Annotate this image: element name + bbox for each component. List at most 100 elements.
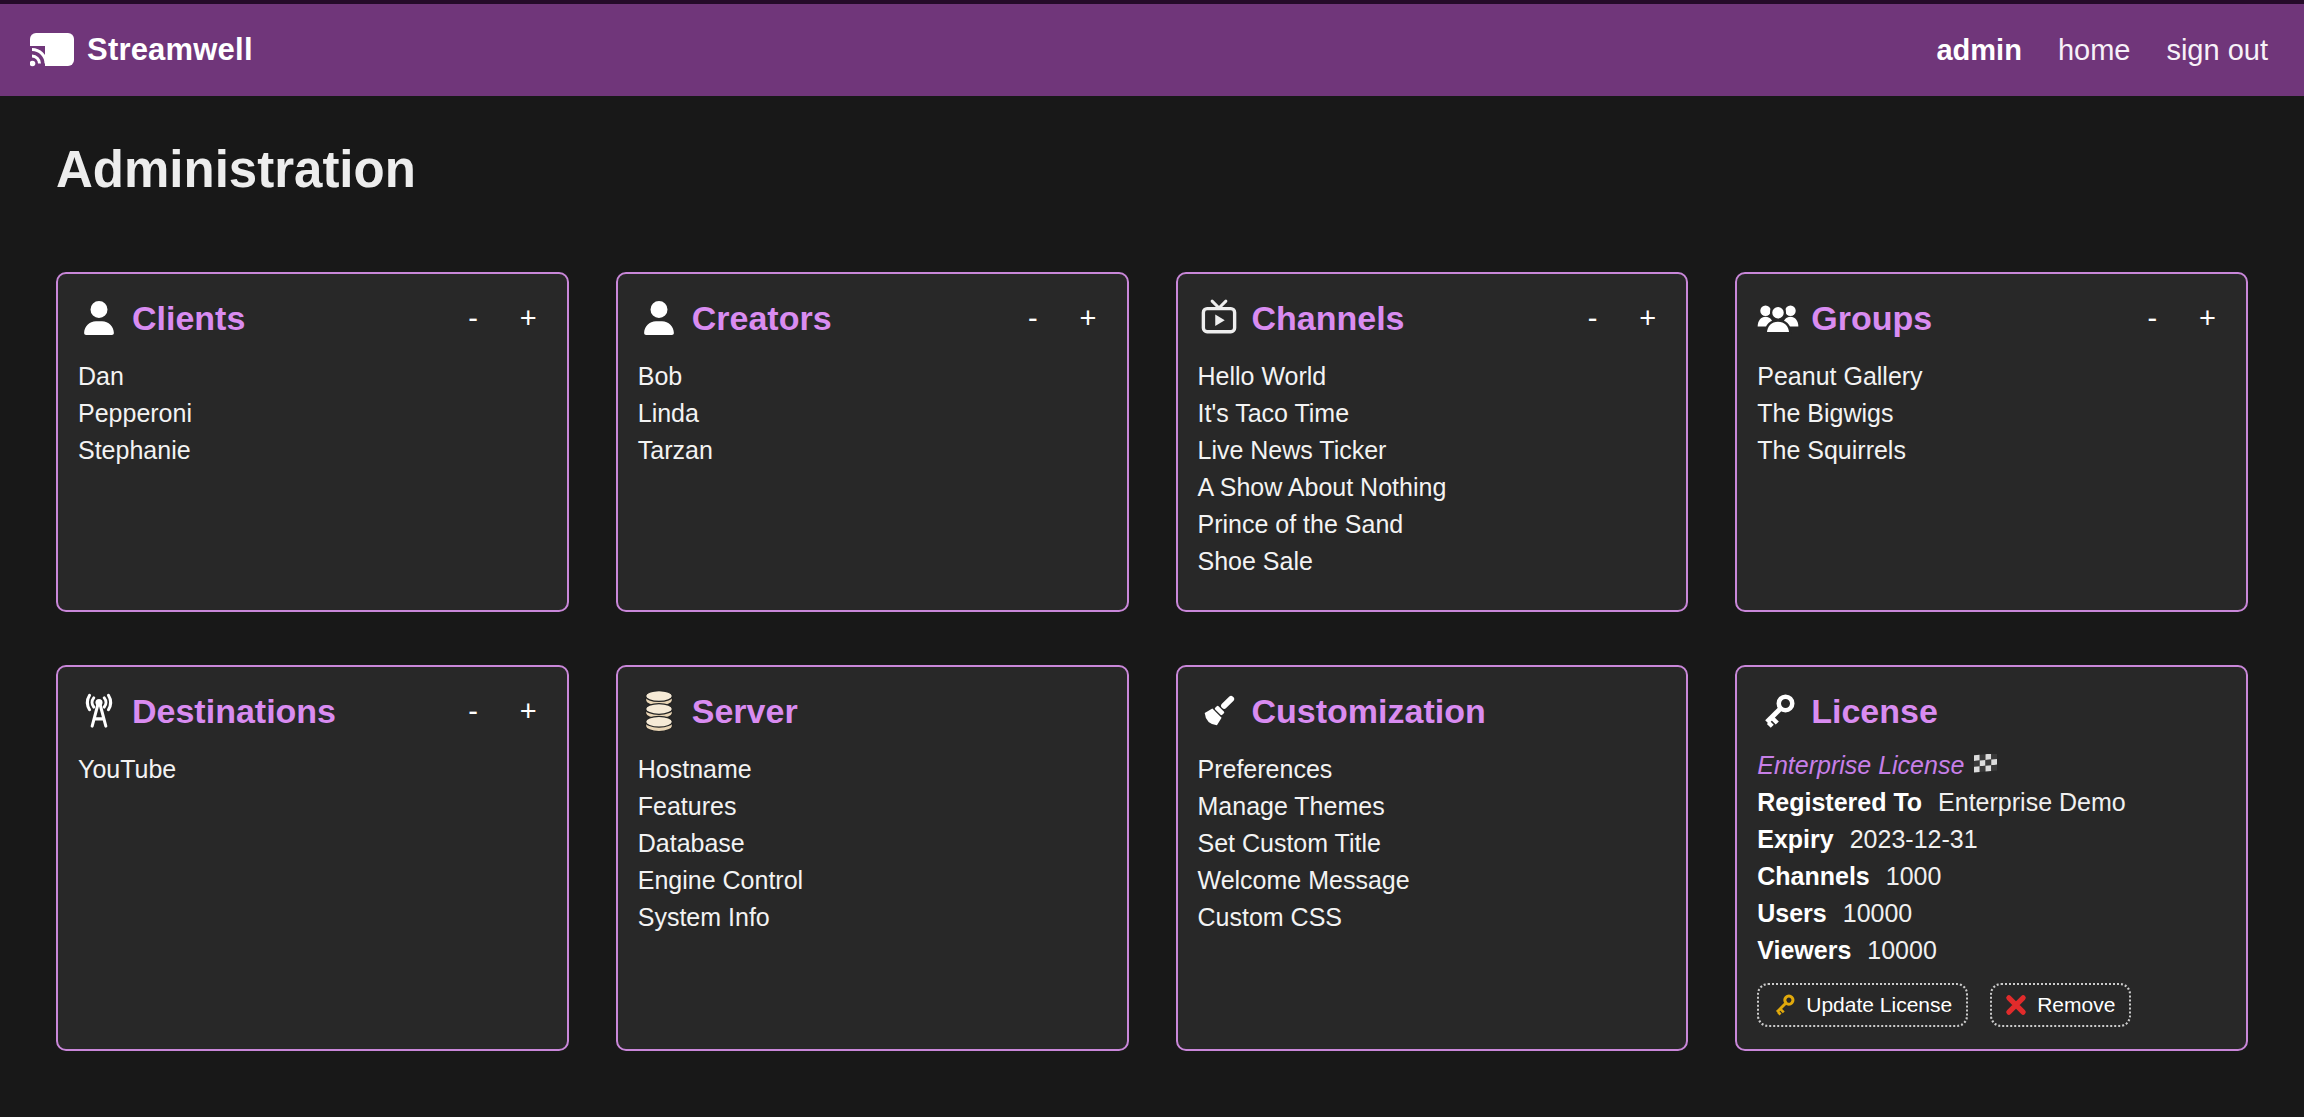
field-value: 10000 bbox=[1843, 899, 1913, 927]
card-title: Server bbox=[692, 692, 798, 731]
card-controls: - + bbox=[1588, 304, 1657, 333]
nav-admin[interactable]: admin bbox=[1936, 34, 2021, 67]
add-button[interactable]: + bbox=[520, 304, 537, 333]
remove-button[interactable]: - bbox=[1588, 304, 1598, 333]
brand[interactable]: Streamwell bbox=[30, 32, 253, 68]
card-title: License bbox=[1811, 692, 1938, 731]
database-icon bbox=[638, 689, 680, 733]
x-icon bbox=[2004, 993, 2028, 1017]
card-grid: Clients - + Dan Pepperoni Stephanie Crea… bbox=[56, 272, 2248, 1051]
list-item[interactable]: A Show About Nothing bbox=[1198, 469, 1663, 506]
list-item[interactable]: Engine Control bbox=[638, 862, 1103, 899]
card-controls: - + bbox=[1028, 304, 1097, 333]
paintbrush-icon bbox=[1198, 689, 1240, 733]
nav-sign-out[interactable]: sign out bbox=[2166, 34, 2268, 67]
list-item[interactable]: Custom CSS bbox=[1198, 899, 1663, 936]
license-type-label: Enterprise License bbox=[1757, 747, 1964, 784]
remove-button[interactable]: - bbox=[1028, 304, 1038, 333]
update-license-button[interactable]: Update License bbox=[1757, 983, 1968, 1027]
card-customization: Customization Preferences Manage Themes … bbox=[1176, 665, 1689, 1051]
field-value: 2023-12-31 bbox=[1850, 825, 1978, 853]
add-button[interactable]: + bbox=[2199, 304, 2216, 333]
page-title: Administration bbox=[56, 140, 2248, 200]
field-label: Users bbox=[1757, 899, 1827, 927]
card-channels: Channels - + Hello World It's Taco Time … bbox=[1176, 272, 1689, 612]
card-clients: Clients - + Dan Pepperoni Stephanie bbox=[56, 272, 569, 612]
list-item[interactable]: The Bigwigs bbox=[1757, 395, 2222, 432]
card-title: Clients bbox=[132, 299, 245, 338]
card-title: Destinations bbox=[132, 692, 336, 731]
field-value: 10000 bbox=[1867, 936, 1937, 964]
card-title: Channels bbox=[1252, 299, 1405, 338]
checkered-flag-icon bbox=[1974, 754, 1997, 777]
field-label: Viewers bbox=[1757, 936, 1851, 964]
license-field: Users 10000 bbox=[1757, 895, 2222, 932]
brand-name: Streamwell bbox=[87, 32, 253, 68]
list-item[interactable]: Preferences bbox=[1198, 751, 1663, 788]
license-type: Enterprise License bbox=[1757, 747, 2222, 784]
list-item[interactable]: Features bbox=[638, 788, 1103, 825]
list-item[interactable]: Bob bbox=[638, 358, 1103, 395]
broadcast-tower-icon bbox=[78, 689, 120, 733]
list-item[interactable]: Tarzan bbox=[638, 432, 1103, 469]
add-button[interactable]: + bbox=[1639, 304, 1656, 333]
license-field: Channels 1000 bbox=[1757, 858, 2222, 895]
license-field: Registered To Enterprise Demo bbox=[1757, 784, 2222, 821]
list-item[interactable]: YouTube bbox=[78, 751, 543, 788]
card-title: Groups bbox=[1811, 299, 1932, 338]
tv-icon bbox=[1198, 296, 1240, 340]
card-title: Creators bbox=[692, 299, 832, 338]
list-item[interactable]: Database bbox=[638, 825, 1103, 862]
list-item[interactable]: Dan bbox=[78, 358, 543, 395]
list-item[interactable]: Live News Ticker bbox=[1198, 432, 1663, 469]
card-creators: Creators - + Bob Linda Tarzan bbox=[616, 272, 1129, 612]
list-item[interactable]: Stephanie bbox=[78, 432, 543, 469]
list-item[interactable]: Pepperoni bbox=[78, 395, 543, 432]
card-controls: - + bbox=[468, 697, 537, 726]
list-item[interactable]: Welcome Message bbox=[1198, 862, 1663, 899]
key-icon bbox=[1771, 992, 1797, 1018]
remove-license-button[interactable]: Remove bbox=[1990, 983, 2131, 1027]
person-icon bbox=[78, 296, 120, 340]
remove-button[interactable]: - bbox=[468, 697, 478, 726]
list-item[interactable]: The Squirrels bbox=[1757, 432, 2222, 469]
card-controls: - + bbox=[468, 304, 537, 333]
remove-button[interactable]: - bbox=[2147, 304, 2157, 333]
main-content: Administration Clients - + Dan Pepperoni… bbox=[0, 140, 2304, 1051]
card-controls: - + bbox=[2147, 304, 2216, 333]
button-label: Remove bbox=[2037, 993, 2115, 1017]
nav-home[interactable]: home bbox=[2058, 34, 2131, 67]
person-icon bbox=[638, 296, 680, 340]
list-item[interactable]: Manage Themes bbox=[1198, 788, 1663, 825]
list-item[interactable]: Hello World bbox=[1198, 358, 1663, 395]
cast-icon bbox=[30, 33, 74, 67]
card-title: Customization bbox=[1252, 692, 1486, 731]
list-item[interactable]: It's Taco Time bbox=[1198, 395, 1663, 432]
card-groups: Groups - + Peanut Gallery The Bigwigs Th… bbox=[1735, 272, 2248, 612]
remove-button[interactable]: - bbox=[468, 304, 478, 333]
field-value: 1000 bbox=[1886, 862, 1942, 890]
button-label: Update License bbox=[1806, 993, 1952, 1017]
add-button[interactable]: + bbox=[520, 697, 537, 726]
list-item[interactable]: Peanut Gallery bbox=[1757, 358, 2222, 395]
list-item[interactable]: System Info bbox=[638, 899, 1103, 936]
people-icon bbox=[1757, 296, 1799, 340]
add-button[interactable]: + bbox=[1080, 304, 1097, 333]
field-label: Channels bbox=[1757, 862, 1870, 890]
field-label: Expiry bbox=[1757, 825, 1833, 853]
list-item[interactable]: Hostname bbox=[638, 751, 1103, 788]
card-destinations: Destinations - + YouTube bbox=[56, 665, 569, 1051]
card-license: License Enterprise License Registered To… bbox=[1735, 665, 2248, 1051]
list-item[interactable]: Shoe Sale bbox=[1198, 543, 1663, 580]
field-value: Enterprise Demo bbox=[1938, 788, 2126, 816]
header-nav: admin home sign out bbox=[1936, 34, 2268, 67]
license-field: Expiry 2023-12-31 bbox=[1757, 821, 2222, 858]
key-icon bbox=[1757, 689, 1799, 733]
list-item[interactable]: Set Custom Title bbox=[1198, 825, 1663, 862]
field-label: Registered To bbox=[1757, 788, 1922, 816]
list-item[interactable]: Linda bbox=[638, 395, 1103, 432]
license-field: Viewers 10000 bbox=[1757, 932, 2222, 969]
list-item[interactable]: Prince of the Sand bbox=[1198, 506, 1663, 543]
app-header: Streamwell admin home sign out bbox=[0, 4, 2304, 96]
card-server: Server Hostname Features Database Engine… bbox=[616, 665, 1129, 1051]
